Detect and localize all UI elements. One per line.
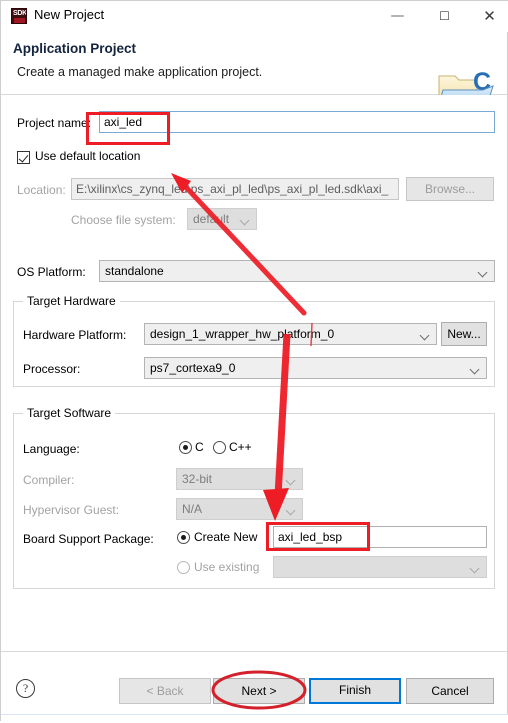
chevron-down-icon — [241, 213, 251, 225]
target-hardware-group-label: Target Hardware — [23, 294, 120, 308]
language-option-cpp-label: C++ — [229, 440, 252, 454]
sdk-icon-text: SDK — [13, 10, 27, 17]
chevron-down-icon — [471, 362, 481, 374]
hypervisor-guest-value: N/A — [182, 502, 203, 516]
target-software-group-label: Target Software — [23, 406, 116, 420]
sdk-icon-blob — [14, 18, 25, 23]
language-option-c-label: C — [195, 440, 204, 454]
processor-label: Processor: — [23, 362, 81, 376]
maximize-icon: ☐ — [439, 9, 450, 23]
chevron-down-icon — [421, 328, 431, 340]
location-input[interactable]: E:\xilinx\cs_zynq_led\ps_axi_pl_led\ps_a… — [71, 178, 399, 200]
chevron-down-icon — [287, 473, 297, 485]
location-label: Location: — [17, 183, 66, 197]
choose-file-system-label: Choose file system: — [71, 213, 176, 227]
back-button[interactable]: < Back — [119, 678, 211, 704]
processor-combo[interactable]: ps7_cortexa9_0 — [144, 357, 487, 379]
sdk-app-icon: SDK — [11, 8, 27, 24]
os-platform-label: OS Platform: — [17, 265, 86, 279]
finish-button[interactable]: Finish — [309, 678, 401, 704]
os-platform-value: standalone — [105, 264, 164, 278]
os-platform-combo[interactable]: standalone — [99, 260, 495, 282]
browse-button[interactable]: Browse... — [406, 177, 494, 201]
bsp-name-input[interactable]: axi_led_bsp — [273, 526, 487, 548]
chevron-down-icon — [471, 561, 481, 573]
maximize-button[interactable]: ☐ — [422, 1, 467, 31]
bsp-existing-combo[interactable] — [273, 556, 487, 578]
bsp-label: Board Support Package: — [23, 532, 154, 546]
bsp-create-new-radio[interactable] — [177, 531, 190, 544]
use-default-location-checkbox[interactable] — [17, 151, 30, 164]
next-button[interactable]: Next > — [213, 678, 305, 704]
window-bottom-edge — [1, 714, 508, 723]
processor-value: ps7_cortexa9_0 — [150, 361, 236, 375]
bsp-create-new-label: Create New — [194, 530, 258, 544]
minimize-icon: — — [390, 8, 405, 24]
language-radio-cpp[interactable] — [213, 441, 226, 454]
help-icon[interactable]: ? — [16, 679, 35, 698]
chevron-down-icon — [287, 503, 297, 515]
chevron-down-icon — [479, 265, 489, 277]
language-label: Language: — [23, 442, 80, 456]
dialog-body: Project name: axi_led Use default locati… — [1, 95, 507, 651]
title-bar: SDK New Project — ☐ ✕ — [1, 1, 508, 32]
compiler-label: Compiler: — [23, 473, 75, 487]
compiler-combo[interactable]: 32-bit — [176, 468, 303, 490]
project-name-input[interactable]: axi_led — [99, 111, 495, 133]
window-title: New Project — [34, 7, 105, 22]
close-icon: ✕ — [483, 7, 496, 25]
project-name-label: Project name: — [17, 116, 92, 130]
bsp-use-existing-radio[interactable] — [177, 561, 190, 574]
choose-file-system-value: default — [193, 212, 230, 226]
cancel-button[interactable]: Cancel — [406, 678, 494, 704]
minimize-button[interactable]: — — [375, 1, 420, 31]
hardware-platform-combo[interactable]: design_1_wrapper_hw_platform_0 — [144, 323, 437, 345]
new-project-dialog: SDK New Project — ☐ ✕ Application Projec… — [0, 0, 508, 723]
page-subtitle: Create a managed make application projec… — [17, 65, 263, 79]
use-default-location-label: Use default location — [35, 149, 141, 163]
hypervisor-guest-combo[interactable]: N/A — [176, 498, 303, 520]
new-hardware-platform-button[interactable]: New... — [441, 322, 487, 346]
wizard-header: Application Project Create a managed mak… — [1, 32, 507, 113]
close-button[interactable]: ✕ — [467, 1, 508, 31]
language-radio-c[interactable] — [179, 441, 192, 454]
page-title: Application Project — [13, 41, 137, 56]
choose-file-system-combo[interactable]: default — [187, 208, 257, 230]
hardware-platform-label: Hardware Platform: — [23, 328, 127, 342]
hardware-platform-value: design_1_wrapper_hw_platform_0 — [150, 327, 335, 341]
compiler-value: 32-bit — [182, 472, 213, 486]
hypervisor-guest-label: Hypervisor Guest: — [23, 503, 120, 517]
bsp-use-existing-label: Use existing — [194, 560, 260, 574]
